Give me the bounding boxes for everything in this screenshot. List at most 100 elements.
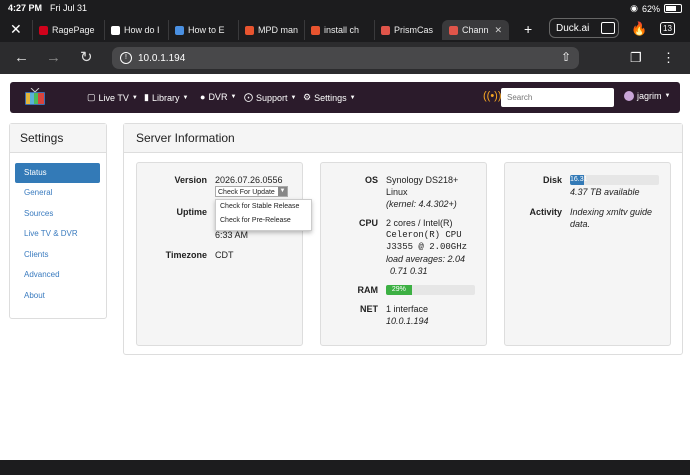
caret-down-icon: ▼ xyxy=(230,94,237,100)
copy-icon[interactable]: ❐ xyxy=(630,50,642,66)
tab-favicon-icon xyxy=(175,25,184,35)
caret-down-icon: ▼ xyxy=(664,93,671,99)
lifebuoy-icon: ⨀ xyxy=(244,92,253,102)
reload-icon[interactable]: ↻ xyxy=(80,50,93,66)
close-icon[interactable]: ✕ xyxy=(495,25,503,36)
menu-live-tv[interactable]: ▢ Live TV ▼ xyxy=(87,92,138,103)
broadcast-icon[interactable]: ((•)) xyxy=(483,90,502,102)
os-value-line2: Linux xyxy=(386,187,408,197)
browser-tab[interactable]: How do I xyxy=(104,20,169,40)
url-field[interactable]: ! 10.0.1.194 ⇧ xyxy=(112,47,579,69)
sidebar-item-advanced[interactable]: Advanced xyxy=(15,265,100,285)
settings-sidebar: Settings Status General Sources Live TV … xyxy=(9,123,107,319)
monitor-icon: ▢ xyxy=(87,92,96,102)
system-card: OS Synology DS218+ Linux (kernel: 4.4.30… xyxy=(320,162,487,346)
menu-library-label: Library xyxy=(151,92,180,103)
menu-settings[interactable]: ⚙ Settings ▼ xyxy=(303,92,356,103)
share-icon[interactable]: ⇧ xyxy=(561,50,571,64)
status-date: Fri Jul 31 xyxy=(50,3,88,13)
os-value-line1: Synology DS218+ xyxy=(386,175,459,185)
tab-favicon-icon xyxy=(311,25,320,35)
activity-line1: Indexing xmltv guide xyxy=(570,207,653,217)
browser-tab[interactable]: install ch xyxy=(304,20,375,40)
update-select-label: Check For Update xyxy=(218,189,275,196)
disk-label: Disk xyxy=(542,175,562,185)
menu-dvr[interactable]: ● DVR ▼ xyxy=(200,92,236,102)
activity-line2: data. xyxy=(570,219,591,229)
duck-ai-button[interactable]: Duck.ai xyxy=(549,18,619,38)
record-icon: ● xyxy=(200,92,206,102)
tab-favicon-icon xyxy=(111,25,120,35)
tab-label: Chann xyxy=(462,25,489,35)
tv-logo-icon[interactable] xyxy=(24,88,46,106)
tab-label: How do I xyxy=(124,25,160,35)
forward-arrow-icon[interactable]: → xyxy=(46,50,61,66)
update-select[interactable]: Check For Update ▼ xyxy=(215,186,288,197)
address-bar-row: ← → ↻ ! 10.0.1.194 ⇧ ❐ ⋮ xyxy=(0,42,690,74)
net-label: NET xyxy=(360,304,378,314)
cpu-line1: 2 cores / Intel(R) xyxy=(386,218,453,228)
ram-progress: 29% xyxy=(386,285,475,295)
back-arrow-icon[interactable]: ← xyxy=(14,50,29,66)
channels-dvr-app: ▢ Live TV ▼ ▮ Library ▼ ● DVR ▼ ⨀ Support ▼ ⚙ Set… xyxy=(0,74,690,460)
menu-dvr-label: DVR xyxy=(208,92,228,102)
browser-tab[interactable]: RagePage xyxy=(32,20,105,40)
sidebar-item-general[interactable]: General xyxy=(15,183,100,203)
url-text: 10.0.1.194 xyxy=(138,52,186,64)
browser-tab[interactable]: How to E xyxy=(168,20,239,40)
browser-tab-active[interactable]: Chann ✕ xyxy=(442,20,509,40)
disk-progress: 16.31 xyxy=(570,175,659,185)
caret-down-icon: ▼ xyxy=(290,94,297,101)
avatar xyxy=(624,91,634,101)
storage-card: Disk 16.31 4.37 TB available Activity In… xyxy=(504,162,671,346)
bottom-bar xyxy=(0,460,690,475)
option-stable-release[interactable]: Check for Stable Release xyxy=(216,200,311,214)
ram-progress-fill: 29% xyxy=(386,285,412,295)
new-tab-icon[interactable]: + xyxy=(524,21,532,37)
tab-label: How to E xyxy=(188,25,225,35)
caret-down-icon: ▼ xyxy=(349,94,356,101)
gear-icon: ⚙ xyxy=(303,92,312,102)
battery-icon xyxy=(664,4,682,13)
browser-tab[interactable]: MPD man xyxy=(238,20,305,40)
tab-favicon-icon xyxy=(245,25,254,35)
wifi-icon: ◉ xyxy=(630,3,638,13)
cpu-load-line2: 0.71 0.31 xyxy=(390,266,428,276)
user-menu[interactable]: jagrim ▼ xyxy=(624,91,670,101)
battery-percent: 62% xyxy=(641,3,660,14)
top-navbar: ▢ Live TV ▼ ▮ Library ▼ ● DVR ▼ ⨀ Support ▼ ⚙ Set… xyxy=(10,82,680,113)
os-kernel: (kernel: 4.4.302+) xyxy=(386,199,457,209)
site-info-icon[interactable]: ! xyxy=(120,52,132,64)
sidebar-item-about[interactable]: About xyxy=(15,286,100,306)
panel-title: Server Information xyxy=(124,124,682,153)
search-input[interactable] xyxy=(501,88,614,107)
cpu-load-line1: load averages: 2.04 xyxy=(386,254,466,264)
status-bar: 4:27 PM Fri Jul 31 ◉ 62% xyxy=(0,0,690,16)
menu-support[interactable]: ⨀ Support ▼ xyxy=(244,92,296,103)
menu-live-tv-label: Live TV xyxy=(98,92,129,103)
menu-settings-label: Settings xyxy=(314,92,347,103)
tab-favicon-icon xyxy=(39,25,48,35)
menu-support-label: Support xyxy=(256,92,288,103)
menu-library[interactable]: ▮ Library ▼ xyxy=(144,92,188,103)
timezone-value: CDT xyxy=(215,250,234,260)
duck-ai-label: Duck.ai xyxy=(556,22,590,34)
cpu-line2: Celeron(R) CPU xyxy=(386,230,462,240)
more-icon[interactable]: ⋮ xyxy=(662,50,675,66)
tab-overview-icon xyxy=(601,22,615,34)
tab-label: RagePage xyxy=(52,25,95,35)
fire-icon[interactable]: 🔥 xyxy=(631,21,647,37)
ram-label: RAM xyxy=(357,285,379,295)
tab-count-badge[interactable]: 13 xyxy=(660,22,675,35)
user-name: jagrim xyxy=(637,91,662,101)
sidebar-item-sources[interactable]: Sources xyxy=(15,204,100,224)
status-time: 4:27 PM xyxy=(8,3,43,13)
option-pre-release[interactable]: Check for Pre-Release xyxy=(216,214,311,228)
sidebar-item-status[interactable]: Status xyxy=(15,163,100,183)
sidebar-item-live-tv-dvr[interactable]: Live TV & DVR xyxy=(15,224,100,244)
tab-label: PrismCas xyxy=(394,25,434,35)
sidebar-item-clients[interactable]: Clients xyxy=(15,245,100,265)
version-card: Version 2026.07.26.0556 Check For Update… xyxy=(136,162,312,346)
browser-tab[interactable]: PrismCas xyxy=(374,20,443,40)
close-tab-icon[interactable]: ✕ xyxy=(10,21,22,37)
